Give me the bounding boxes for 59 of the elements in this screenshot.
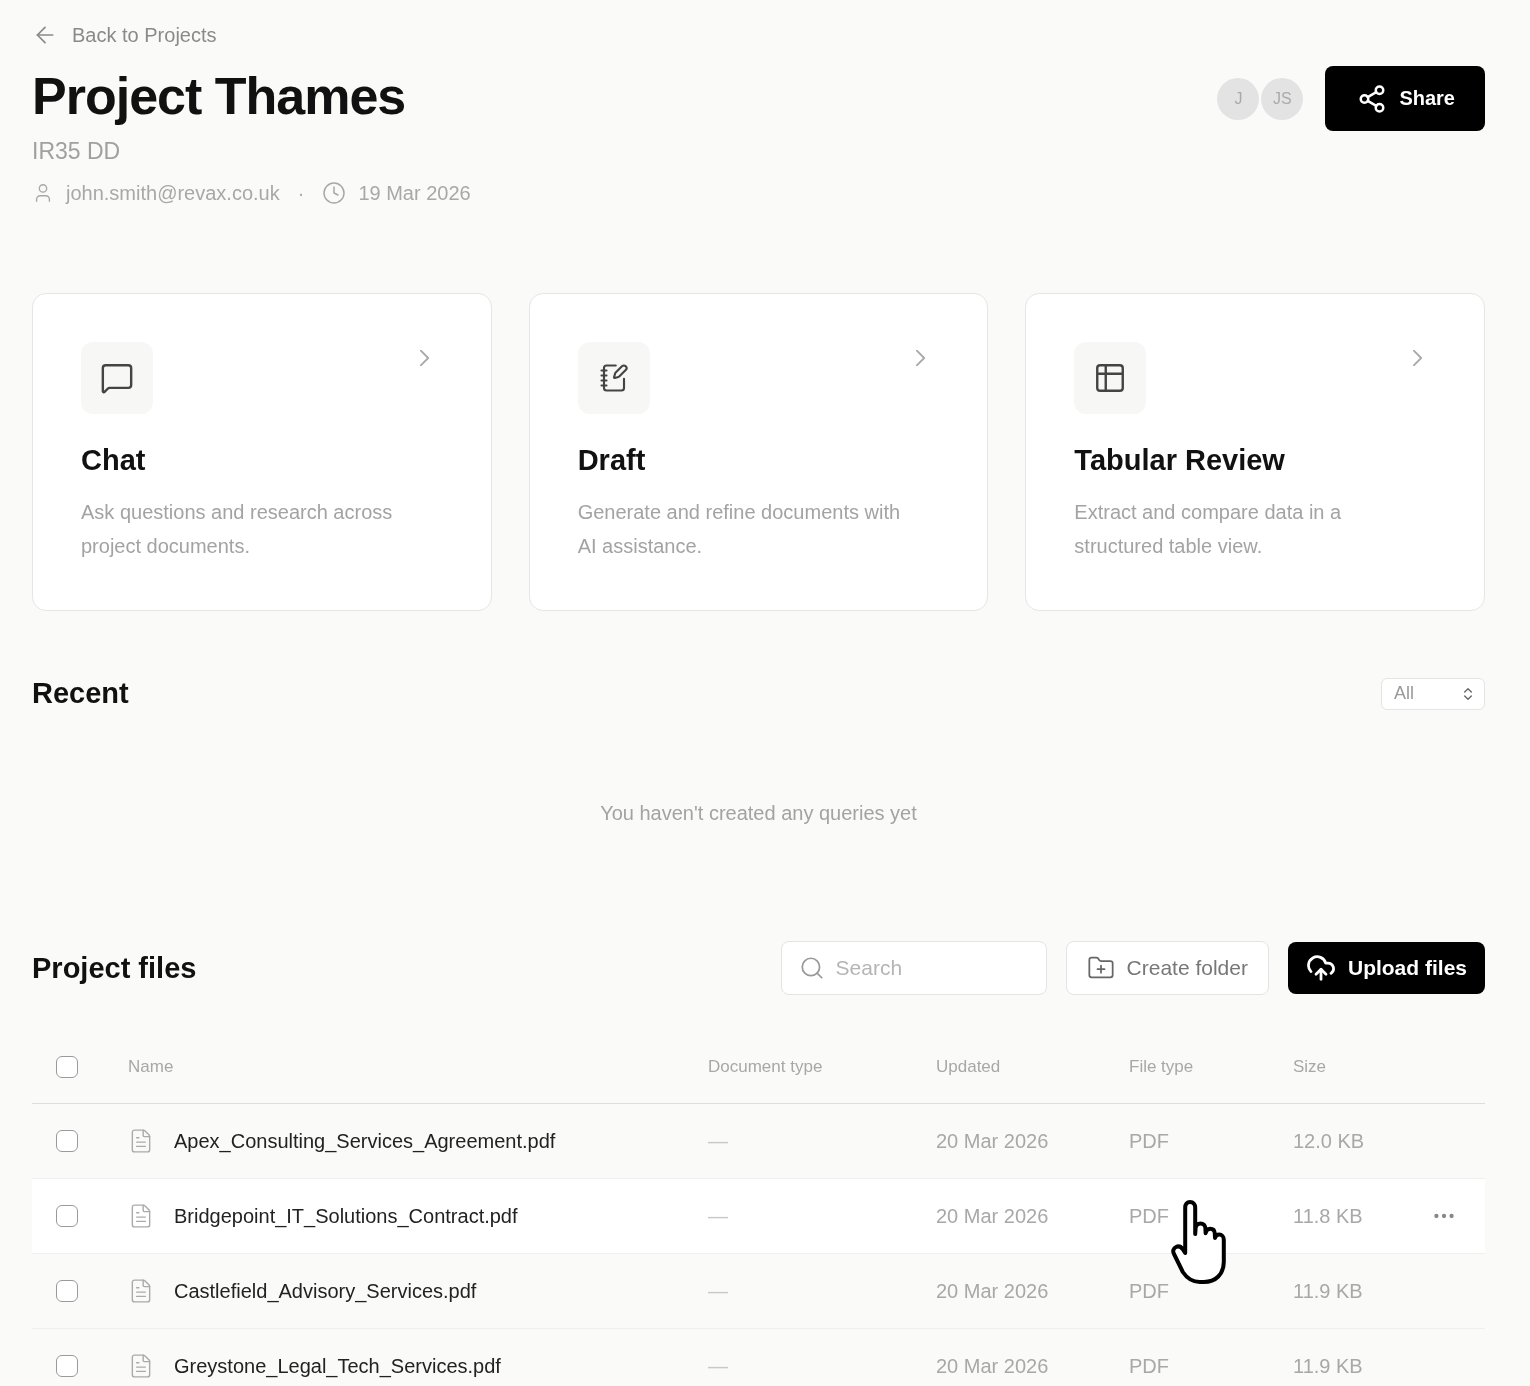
search-icon — [798, 955, 825, 981]
table-cell-text: — — [708, 1129, 729, 1153]
share-button[interactable]: Share — [1325, 66, 1485, 131]
file-name[interactable]: Apex_Consulting_Services_Agreement.pdf — [174, 1129, 556, 1153]
row-checkbox[interactable] — [56, 1205, 78, 1227]
section-title: Recent — [32, 677, 129, 710]
feature-card[interactable]: Tabular Review Extract and compare data in a structured table view. — [1025, 293, 1485, 611]
card-title: Draft — [577, 444, 647, 477]
table-cell-text: 20 Mar 2026 — [936, 1354, 1050, 1378]
card-description: Extract and compare data in a structured table view. — [1074, 500, 1343, 559]
column-header: Updated — [936, 1057, 1002, 1077]
table-cell-text: PDF — [1129, 1129, 1170, 1153]
table-cell-text: PDF — [1129, 1204, 1170, 1228]
file-name[interactable]: Bridgepoint_IT_Solutions_Contract.pdf — [174, 1204, 518, 1228]
file-name[interactable]: Castlefield_Advisory_Services.pdf — [174, 1279, 477, 1303]
column-header: Size — [1293, 1057, 1328, 1077]
table-cell-text: 20 Mar 2026 — [936, 1129, 1050, 1153]
table-cell-text: PDF — [1129, 1354, 1170, 1378]
chevron-right-icon — [419, 350, 429, 366]
table-cell-text: 12.0 KB — [1293, 1129, 1366, 1153]
table-cell-text: — — [708, 1279, 729, 1303]
section-title: Project files — [32, 951, 197, 985]
table-cell-text: 20 Mar 2026 — [936, 1204, 1050, 1228]
card-description: Ask questions and research across project documents. — [81, 500, 394, 559]
row-checkbox[interactable] — [56, 1280, 78, 1302]
file-name[interactable]: Greystone_Legal_Tech_Services.pdf — [174, 1354, 501, 1378]
chat-bubble-icon — [100, 361, 134, 395]
hovered-row[interactable]: Bridgepoint_IT_Solutions_Contract.pdf — 20 Mar 2026 PDF 11.8 KB — [32, 1179, 1485, 1254]
upload-button[interactable]: Upload files — [1287, 942, 1485, 994]
chevron-right-icon — [1413, 350, 1422, 366]
select-all-checkbox[interactable] — [56, 1056, 78, 1078]
column-header: File type — [1129, 1057, 1195, 1077]
empty-message: You haven't created any queries yet — [599, 802, 918, 825]
table-cell-text: — — [708, 1354, 729, 1378]
project-date: 19 Mar 2026 — [358, 181, 471, 205]
project-title: Project Thames — [32, 66, 407, 126]
chevron-right-icon — [916, 350, 926, 366]
row-checkbox[interactable] — [56, 1355, 78, 1377]
feature-card[interactable]: Draft Generate and refine documents with AI assistance. — [528, 293, 989, 611]
separator-dot: · — [297, 181, 305, 205]
card-description: Generate and refine documents with AI assistance. — [577, 500, 902, 559]
search-field[interactable]: Search — [780, 941, 1047, 995]
card-title: Chat — [81, 444, 147, 477]
table-cell-text: 11.9 KB — [1293, 1354, 1364, 1378]
clock-icon — [322, 181, 347, 205]
table-cell-text: 11.9 KB — [1293, 1279, 1364, 1303]
feature-card[interactable]: Chat Ask questions and research across project documents. — [32, 293, 492, 611]
owner-email: john.smith@revax.co.uk — [66, 181, 280, 205]
table-cell-text: 20 Mar 2026 — [936, 1279, 1050, 1303]
create-folder-button[interactable]: Create folder — [1065, 941, 1269, 995]
table-cell-text: 11.8 KB — [1293, 1204, 1364, 1228]
table-cell-text: — — [708, 1204, 729, 1228]
column-header: Name — [128, 1057, 175, 1077]
project-subtitle: IR35 DD — [32, 138, 122, 165]
cloud-upload-icon — [1305, 953, 1336, 983]
table-cell-text: PDF — [1129, 1279, 1170, 1303]
row-checkbox[interactable] — [56, 1130, 78, 1152]
column-header: Document type — [708, 1057, 824, 1077]
card-title: Tabular Review — [1074, 444, 1286, 477]
